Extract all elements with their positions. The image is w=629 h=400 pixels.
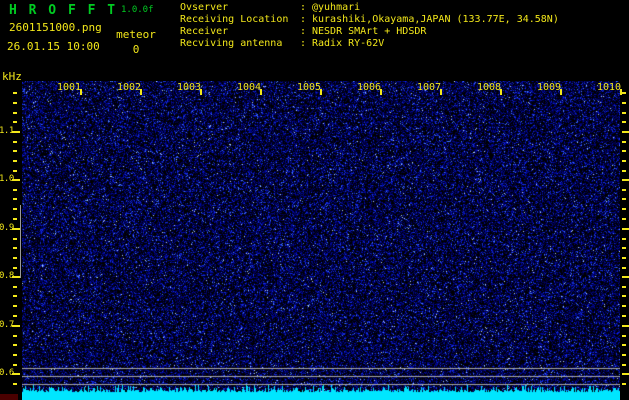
freq-tick-minor-left — [13, 111, 17, 114]
freq-tick-minor-right — [622, 208, 626, 211]
info-row: Recviving antenna: Radix RY-62V — [180, 38, 625, 50]
freq-axis-unit-label: kHz — [2, 70, 22, 83]
time-tick — [140, 89, 142, 95]
freq-tick-minor-right — [622, 295, 626, 298]
time-tick — [320, 89, 322, 95]
freq-tick-minor-left — [13, 295, 17, 298]
freq-tick-minor-right — [622, 188, 626, 191]
freq-tick-minor-left — [13, 363, 17, 366]
time-tick — [380, 89, 382, 95]
freq-tick-minor-left — [13, 314, 17, 317]
app-version: 1.0.0f — [121, 5, 154, 15]
info-row-value: NESDR SMArt + HDSDR — [312, 26, 427, 37]
spectrogram-canvas — [22, 81, 620, 400]
capture-datetime: 26.01.15 10:00 — [7, 40, 100, 53]
meteor-counter-label: meteor — [116, 28, 156, 41]
freq-tick-minor-left — [13, 169, 17, 172]
info-row-label: Receiving Location — [180, 14, 289, 25]
freq-tick-major-left — [12, 325, 20, 327]
freq-tick-minor-right — [622, 111, 626, 114]
freq-tick-major-right — [622, 179, 629, 181]
freq-tick-minor-left — [13, 257, 17, 260]
freq-tick-minor-right — [622, 344, 626, 347]
freq-tick-minor-left — [13, 344, 17, 347]
time-tick — [260, 89, 262, 95]
freq-tick-minor-right — [622, 150, 626, 153]
freq-tick-minor-left — [13, 208, 17, 211]
info-row-label: Ovserver — [180, 2, 229, 13]
freq-tick-minor-left — [13, 247, 17, 250]
freq-tick-minor-left — [13, 382, 17, 385]
freq-tick-minor-right — [622, 285, 626, 288]
freq-tick-major-left — [12, 179, 20, 181]
freq-tick-minor-left — [13, 160, 17, 163]
time-tick — [440, 89, 442, 95]
freq-tick-minor-left — [13, 198, 17, 201]
info-row-colon: : — [300, 38, 307, 49]
freq-tick-minor-left — [13, 305, 17, 308]
freq-tick-minor-left — [13, 140, 17, 143]
freq-tick-minor-right — [622, 305, 626, 308]
freq-tick-major-left — [12, 373, 20, 375]
time-tick — [620, 89, 622, 95]
freq-tick-major-right — [622, 373, 629, 375]
freq-tick-minor-right — [622, 198, 626, 201]
freq-tick-minor-right — [622, 354, 626, 357]
freq-tick-minor-left — [13, 101, 17, 104]
freq-tick-major-left — [12, 228, 20, 230]
time-tick — [80, 89, 82, 95]
freq-tick-minor-left — [13, 92, 17, 95]
freq-tick-minor-right — [622, 257, 626, 260]
freq-tick-minor-right — [622, 247, 626, 250]
freq-tick-minor-right — [622, 217, 626, 220]
freq-tick-minor-left — [13, 150, 17, 153]
freq-tick-major-left — [12, 131, 20, 133]
freq-tick-minor-right — [622, 382, 626, 385]
freq-tick-major-right — [622, 325, 629, 327]
freq-tick-minor-left — [13, 266, 17, 269]
freq-tick-minor-left — [13, 121, 17, 124]
info-row-colon: : — [300, 2, 307, 13]
freq-tick-minor-right — [622, 169, 626, 172]
meteor-counter-value: 0 — [132, 43, 140, 56]
freq-tick-minor-right — [622, 237, 626, 240]
freq-tick-minor-right — [622, 140, 626, 143]
freq-tick-minor-right — [622, 314, 626, 317]
time-tick — [500, 89, 502, 95]
freq-tick-major-right — [622, 131, 629, 133]
time-tick — [200, 89, 202, 95]
freq-tick-major-left — [12, 276, 20, 278]
corner-status-block — [0, 394, 18, 400]
freq-tick-minor-left — [13, 354, 17, 357]
band-marker-line — [20, 205, 21, 278]
info-row: Receiving Location: kurashiki,Okayama,JAP… — [180, 14, 625, 26]
freq-tick-minor-left — [13, 334, 17, 337]
freq-tick-minor-right — [622, 363, 626, 366]
time-tick — [560, 89, 562, 95]
freq-tick-major-right — [622, 276, 629, 278]
info-row: Ovserver: @yuhmari — [180, 2, 625, 14]
info-row: Receiver: NESDR SMArt + HDSDR — [180, 26, 625, 38]
freq-tick-minor-right — [622, 160, 626, 163]
info-row-label: Receiver — [180, 26, 229, 37]
info-row-value: @yuhmari — [312, 2, 361, 13]
receiver-info-panel: Ovserver: @yuhmari Receiving Location: kura… — [180, 2, 625, 50]
freq-tick-minor-left — [13, 285, 17, 288]
info-row-label: Recviving antenna — [180, 38, 283, 49]
freq-tick-minor-right — [622, 334, 626, 337]
info-row-colon: : — [300, 14, 307, 25]
freq-tick-major-right — [622, 228, 629, 230]
freq-tick-minor-right — [622, 266, 626, 269]
freq-tick-minor-left — [13, 188, 17, 191]
freq-tick-minor-left — [13, 237, 17, 240]
info-row-value: Radix RY-62V — [312, 38, 385, 49]
freq-tick-minor-left — [13, 217, 17, 220]
freq-tick-minor-right — [622, 101, 626, 104]
info-row-colon: : — [300, 26, 307, 37]
freq-tick-minor-right — [622, 121, 626, 124]
capture-filename: 2601151000.png — [9, 21, 102, 34]
app-title: H R O F F T — [9, 3, 118, 18]
info-row-value: kurashiki,Okayama,JAPAN (133.77E, 34.58N… — [312, 14, 559, 25]
